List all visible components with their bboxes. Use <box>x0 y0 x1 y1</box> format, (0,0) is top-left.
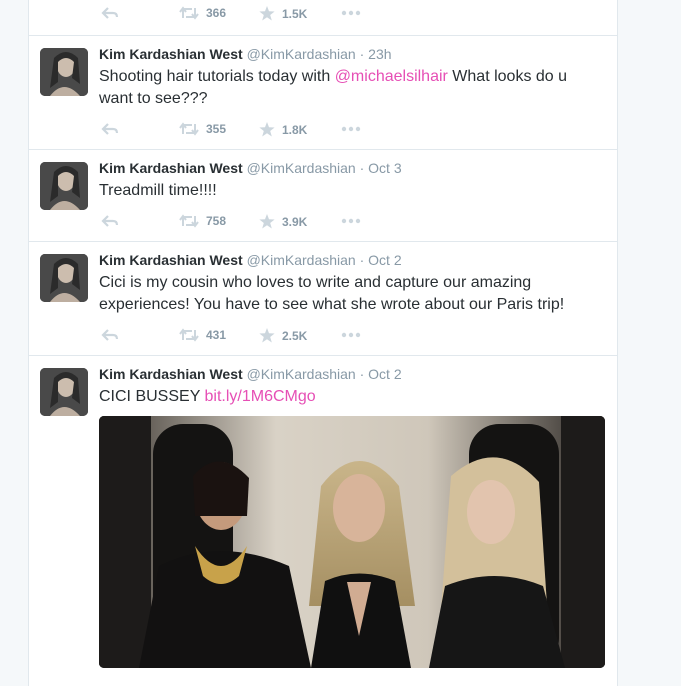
photo-image <box>99 416 605 668</box>
username[interactable]: @KimKardashian <box>247 160 356 176</box>
reply-button[interactable] <box>101 6 119 20</box>
retweet-icon <box>179 214 199 228</box>
username[interactable]: @KimKardashian <box>247 366 356 382</box>
retweet-button[interactable]: 758 <box>179 214 226 228</box>
retweet-count: 758 <box>206 214 227 228</box>
timestamp[interactable]: · Oct 2 <box>360 252 402 268</box>
more-button[interactable] <box>341 332 361 338</box>
fullname[interactable]: Kim Kardashian West <box>99 366 243 382</box>
reply-button[interactable] <box>101 214 119 228</box>
more-button[interactable] <box>341 126 361 132</box>
username[interactable]: @KimKardashian <box>247 46 356 62</box>
retweet-button[interactable]: 355 <box>179 122 226 136</box>
timestamp[interactable]: · Oct 2 <box>360 366 402 382</box>
avatar[interactable] <box>40 368 88 416</box>
more-icon <box>341 218 361 224</box>
fullname[interactable]: Kim Kardashian West <box>99 46 243 62</box>
reply-button[interactable] <box>101 328 119 342</box>
timestamp[interactable]: · 23h <box>360 46 392 62</box>
favorite-count: 1.8K <box>282 122 308 137</box>
reply-icon <box>101 329 119 341</box>
retweet-button[interactable]: 366 <box>179 6 226 20</box>
tweet[interactable]: Kim Kardashian West @KimKardashian · Oct… <box>29 242 617 356</box>
reply-icon <box>101 7 119 19</box>
avatar[interactable] <box>40 254 88 302</box>
tweet-header: Kim Kardashian West @KimKardashian · 23h <box>99 46 392 62</box>
reply-button[interactable] <box>101 122 119 136</box>
more-button[interactable] <box>341 218 361 224</box>
favorite-button[interactable]: 2.5K <box>259 328 307 343</box>
tweet-partial[interactable]: 366 1.5K <box>29 0 617 36</box>
star-icon <box>259 122 275 137</box>
tweet-text: Shooting hair tutorials today with @mich… <box>99 66 599 110</box>
favorite-button[interactable]: 1.5K <box>259 6 307 21</box>
retweet-icon <box>179 6 199 20</box>
url-link[interactable]: bit.ly/1M6CMgo <box>205 388 316 405</box>
tweet-header: Kim Kardashian West @KimKardashian · Oct… <box>99 160 402 176</box>
star-icon <box>259 6 275 21</box>
retweet-icon <box>179 328 199 342</box>
tweet-text: Treadmill time!!!! <box>99 182 217 199</box>
retweet-icon <box>179 122 199 136</box>
retweet-count: 355 <box>206 122 227 136</box>
tweet-text-part: CICI BUSSEY <box>99 388 205 405</box>
avatar[interactable] <box>40 162 88 210</box>
mention-link[interactable]: @michaelsilhair <box>335 68 448 85</box>
star-icon <box>259 214 275 229</box>
reply-icon <box>101 123 119 135</box>
favorite-count: 3.9K <box>282 214 308 229</box>
favorite-button[interactable]: 3.9K <box>259 214 307 229</box>
favorite-count: 1.5K <box>282 6 308 21</box>
tweet-header: Kim Kardashian West @KimKardashian · Oct… <box>99 252 402 268</box>
more-icon <box>341 332 361 338</box>
tweet-text: Cici is my cousin who loves to write and… <box>99 274 565 313</box>
tweet-photo[interactable] <box>99 416 605 668</box>
tweet[interactable]: Kim Kardashian West @KimKardashian · Oct… <box>29 150 617 242</box>
favorite-button[interactable]: 1.8K <box>259 122 307 137</box>
tweet-text-part: Shooting hair tutorials today with <box>99 68 335 85</box>
retweet-button[interactable]: 431 <box>179 328 226 342</box>
star-icon <box>259 328 275 343</box>
timestamp[interactable]: · Oct 3 <box>360 160 402 176</box>
timeline: 366 1.5K Kim Kardashian West @KimKardash… <box>28 0 618 686</box>
tweet-header: Kim Kardashian West @KimKardashian · Oct… <box>99 366 402 382</box>
more-icon <box>341 126 361 132</box>
reply-icon <box>101 215 119 227</box>
retweet-count: 431 <box>206 328 227 342</box>
tweet[interactable]: Kim Kardashian West @KimKardashian · 23h… <box>29 36 617 150</box>
more-icon <box>341 10 361 16</box>
username[interactable]: @KimKardashian <box>247 252 356 268</box>
tweet-text: CICI BUSSEY bit.ly/1M6CMgo <box>99 386 599 408</box>
fullname[interactable]: Kim Kardashian West <box>99 252 243 268</box>
fullname[interactable]: Kim Kardashian West <box>99 160 243 176</box>
avatar[interactable] <box>40 48 88 96</box>
retweet-count: 366 <box>206 6 227 20</box>
more-button[interactable] <box>341 10 361 16</box>
favorite-count: 2.5K <box>282 328 308 343</box>
